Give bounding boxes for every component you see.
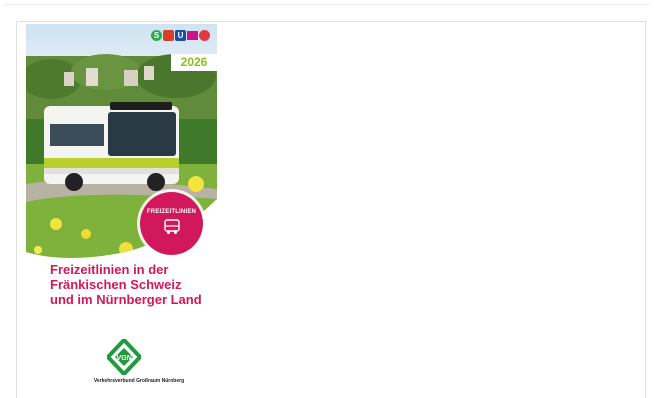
cover-title-line: Fränkischen Schweiz (50, 277, 182, 292)
vgn-logo: VGN (107, 339, 141, 375)
regional-train-icon (163, 30, 174, 41)
freizeitlinien-badge: FREIZEITLINIEN (140, 192, 203, 255)
badge-label: FREIZEITLINIEN (146, 209, 197, 215)
bus-icon (163, 219, 180, 234)
s-bahn-icon: S (151, 30, 162, 41)
top-divider (4, 4, 650, 5)
svg-text:VGN: VGN (116, 355, 132, 362)
cover-year: 2026 (171, 54, 217, 71)
cover-title-line: und im Nürnberger Land (50, 292, 202, 307)
u-bahn-icon: U (175, 30, 186, 41)
cover-title-line: Freizeitlinien in der (50, 262, 169, 277)
brochure-cover[interactable]: S U 2026 FREIZEITLINIEN Freizeitlinien i… (26, 24, 217, 398)
bus-illustration (44, 102, 179, 191)
bus-logo-icon (199, 30, 210, 41)
vgn-caption: Verkehrsverbund Großraum Nürnberg (93, 378, 185, 384)
tram-icon (187, 31, 198, 40)
cover-title: Freizeitlinien in der Fränkischen Schwei… (50, 262, 217, 307)
transit-logos: S U (151, 30, 210, 41)
